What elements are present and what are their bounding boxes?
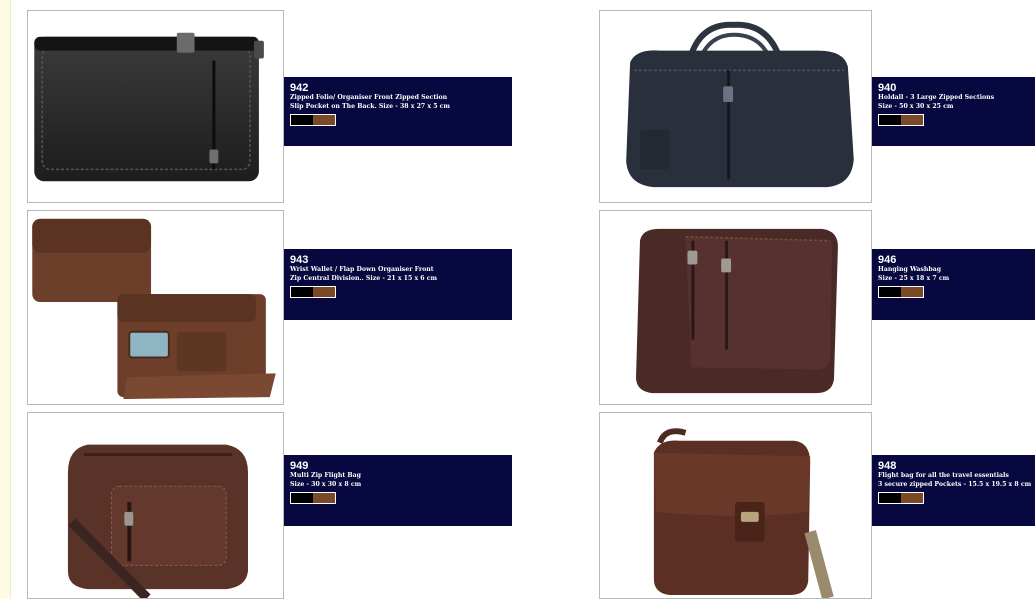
- product-942-code: 942: [290, 82, 309, 94]
- product-948-code: 948: [878, 460, 897, 472]
- swatch-black[interactable]: [879, 493, 901, 503]
- product-943-code: 943: [290, 254, 309, 266]
- product-949-desc-line-1: Multi Zip Flight Bag: [290, 472, 361, 479]
- product-948-desc-line-1: Flight bag for all the travel essentials: [878, 472, 1009, 479]
- swatch-brown[interactable]: [313, 493, 335, 503]
- product-942-desc-line-1: Zipped Folio/ Organiser Front Zipped Sec…: [290, 94, 448, 101]
- product-943-photo: [27, 210, 284, 405]
- multi-zip-flight-bag-image: [67, 444, 248, 598]
- product-940-code: 940: [878, 82, 897, 94]
- product-949-photo: [27, 412, 284, 599]
- swatch-brown[interactable]: [901, 287, 923, 297]
- product-949-code: 949: [290, 460, 309, 472]
- holdall-bag-image: [626, 21, 854, 188]
- product-946-code: 946: [878, 254, 897, 266]
- product-943-desc-line-2: Zip Central Division.. Size - 21 x 15 x …: [290, 274, 438, 282]
- swatch-black[interactable]: [291, 115, 313, 125]
- product-942-photo: [27, 10, 284, 203]
- swatch-brown[interactable]: [901, 493, 923, 503]
- product-942-info-panel: 942 Zipped Folio/ Organiser Front Zipped…: [284, 77, 512, 146]
- swatch-brown[interactable]: [313, 287, 335, 297]
- product-949-desc-line-2: Size - 30 x 30 x 8 cm: [290, 480, 362, 488]
- product-946-photo: [599, 210, 872, 405]
- product-942-desc-line-2: Slip Pocket on The Back. Size - 38 x 27 …: [290, 102, 450, 110]
- product-949-info-panel: 949 Multi Zip Flight Bag Size - 30 x 30 …: [284, 455, 512, 526]
- product-948-info-panel: 948 Flight bag for all the travel essent…: [872, 455, 1035, 526]
- swatch-brown[interactable]: [901, 115, 923, 125]
- product-946-color-swatches: [878, 286, 924, 298]
- swatch-brown[interactable]: [313, 115, 335, 125]
- product-940-photo: [599, 10, 872, 203]
- hanging-washbag-image: [636, 228, 838, 394]
- product-946-info-panel: 946 Hanging Washbag Size - 25 x 18 x 7 c…: [872, 249, 1035, 320]
- swatch-black[interactable]: [879, 115, 901, 125]
- swatch-black[interactable]: [291, 493, 313, 503]
- catalogue-page: 942 Zipped Folio/ Organiser Front Zipped…: [10, 0, 1035, 599]
- product-940-info-panel: 940 Holdall - 3 Large Zipped Sections Si…: [872, 77, 1035, 146]
- product-940-desc-line-1: Holdall - 3 Large Zipped Sections: [878, 94, 995, 101]
- product-943-desc-line-1: Wrist Wallet / Flap Down Organiser Front: [290, 266, 434, 273]
- swatch-black[interactable]: [291, 287, 313, 297]
- product-943-info-panel: 943 Wrist Wallet / Flap Down Organiser F…: [284, 249, 512, 320]
- product-940-color-swatches: [878, 114, 924, 126]
- product-948-color-swatches: [878, 492, 924, 504]
- swatch-black[interactable]: [879, 287, 901, 297]
- product-948-photo: [599, 412, 872, 599]
- product-946-desc-line-2: Size - 25 x 18 x 7 cm: [878, 274, 950, 282]
- flight-bag-travel-essentials-image: [653, 428, 834, 598]
- wrist-wallet-organiser-image: [32, 218, 276, 400]
- product-946-desc-line-1: Hanging Washbag: [878, 266, 942, 273]
- product-949-color-swatches: [290, 492, 336, 504]
- zipped-folio-bag-image: [34, 32, 264, 182]
- product-942-color-swatches: [290, 114, 336, 126]
- product-943-color-swatches: [290, 286, 336, 298]
- product-948-desc-line-2: 3 secure zipped Pockets - 15.5 x 19.5 x …: [878, 480, 1032, 488]
- product-940-desc-line-2: Size - 50 x 30 x 25 cm: [878, 102, 954, 110]
